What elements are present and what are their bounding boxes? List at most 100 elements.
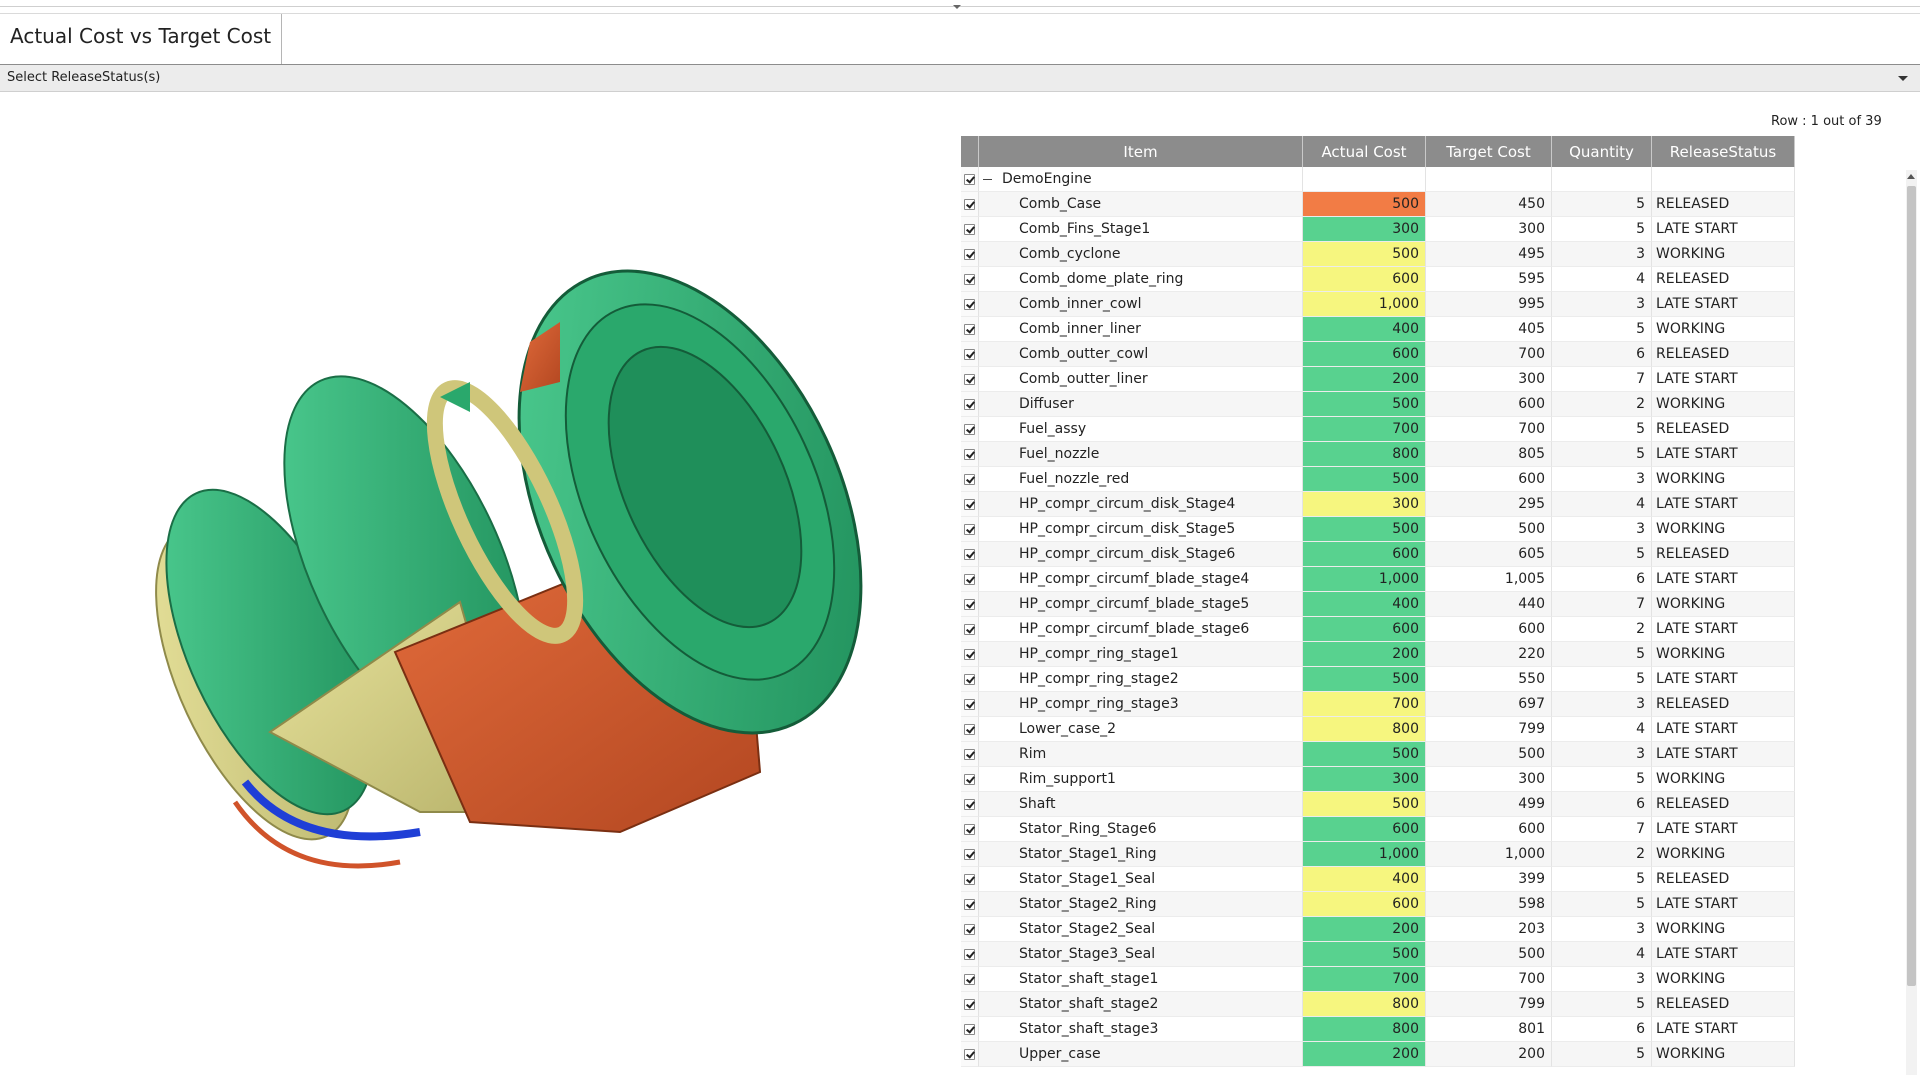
item-cell[interactable]: Comb_inner_liner <box>979 317 1303 342</box>
row-checkbox-cell[interactable] <box>961 1042 979 1067</box>
row-checkbox-cell[interactable] <box>961 217 979 242</box>
item-cell[interactable]: Comb_inner_cowl <box>979 292 1303 317</box>
table-row[interactable]: HP_compr_ring_stage2 500 550 5 LATE START <box>961 667 1795 692</box>
row-checkbox-cell[interactable] <box>961 592 979 617</box>
checkbox[interactable] <box>964 1023 975 1035</box>
item-cell[interactable]: Stator_Ring_Stage6 <box>979 817 1303 842</box>
table-row[interactable]: Upper_case 200 200 5 WORKING <box>961 1042 1795 1067</box>
row-checkbox-cell[interactable] <box>961 317 979 342</box>
item-cell[interactable]: Comb_cyclone <box>979 242 1303 267</box>
checkbox[interactable] <box>964 273 975 285</box>
row-checkbox-cell[interactable] <box>961 392 979 417</box>
release-status-filter[interactable]: Select ReleaseStatus(s) <box>0 65 1920 92</box>
row-checkbox-cell[interactable] <box>961 617 979 642</box>
item-cell[interactable]: Stator_shaft_stage3 <box>979 1017 1303 1042</box>
row-checkbox-cell[interactable] <box>961 967 979 992</box>
row-checkbox-cell[interactable] <box>961 767 979 792</box>
item-cell[interactable]: Stator_Stage2_Ring <box>979 892 1303 917</box>
table-row[interactable]: Stator_Ring_Stage6 600 600 7 LATE START <box>961 817 1795 842</box>
tree-collapse-icon[interactable] <box>983 178 992 180</box>
row-checkbox-cell[interactable] <box>961 242 979 267</box>
table-row[interactable]: Shaft 500 499 6 RELEASED <box>961 792 1795 817</box>
table-row[interactable]: Stator_Stage3_Seal 500 500 4 LATE START <box>961 942 1795 967</box>
table-row[interactable]: Fuel_assy 700 700 5 RELEASED <box>961 417 1795 442</box>
row-checkbox-cell[interactable] <box>961 342 979 367</box>
row-checkbox-cell[interactable] <box>961 842 979 867</box>
item-cell[interactable]: Shaft <box>979 792 1303 817</box>
row-checkbox-cell[interactable] <box>961 817 979 842</box>
table-row[interactable]: Stator_Stage1_Seal 400 399 5 RELEASED <box>961 867 1795 892</box>
row-checkbox-cell[interactable] <box>961 517 979 542</box>
checkbox[interactable] <box>964 598 975 610</box>
checkbox[interactable] <box>964 198 975 210</box>
table-row[interactable]: Comb_inner_liner 400 405 5 WORKING <box>961 317 1795 342</box>
row-checkbox-cell[interactable] <box>961 367 979 392</box>
item-cell[interactable]: Diffuser <box>979 392 1303 417</box>
scrollbar-thumb[interactable] <box>1907 186 1916 986</box>
checkbox[interactable] <box>964 798 975 810</box>
row-checkbox-cell[interactable] <box>961 942 979 967</box>
header-item[interactable]: Item <box>979 136 1303 167</box>
row-checkbox-cell[interactable] <box>961 692 979 717</box>
checkbox[interactable] <box>964 498 975 510</box>
table-row[interactable]: Comb_dome_plate_ring 600 595 4 RELEASED <box>961 267 1795 292</box>
checkbox[interactable] <box>964 398 975 410</box>
row-checkbox-cell[interactable] <box>961 442 979 467</box>
row-checkbox-cell[interactable] <box>961 567 979 592</box>
table-row[interactable]: DemoEngine <box>961 167 1795 192</box>
checkbox[interactable] <box>964 673 975 685</box>
checkbox[interactable] <box>964 1048 975 1060</box>
checkbox[interactable] <box>964 748 975 760</box>
row-checkbox-cell[interactable] <box>961 292 979 317</box>
table-row[interactable]: Lower_case_2 800 799 4 LATE START <box>961 717 1795 742</box>
checkbox[interactable] <box>964 473 975 485</box>
checkbox[interactable] <box>964 698 975 710</box>
row-checkbox-cell[interactable] <box>961 867 979 892</box>
item-cell[interactable]: HP_compr_circum_disk_Stage5 <box>979 517 1303 542</box>
table-row[interactable]: Comb_inner_cowl 1,000 995 3 LATE START <box>961 292 1795 317</box>
item-cell[interactable]: Stator_shaft_stage2 <box>979 992 1303 1017</box>
row-checkbox-cell[interactable] <box>961 992 979 1017</box>
table-row[interactable]: HP_compr_ring_stage3 700 697 3 RELEASED <box>961 692 1795 717</box>
checkbox[interactable] <box>964 323 975 335</box>
page-title-tab[interactable]: Actual Cost vs Target Cost <box>0 14 283 64</box>
checkbox[interactable] <box>964 873 975 885</box>
row-checkbox-cell[interactable] <box>961 167 979 192</box>
item-cell[interactable]: Stator_shaft_stage1 <box>979 967 1303 992</box>
item-cell[interactable]: HP_compr_circum_disk_Stage6 <box>979 542 1303 567</box>
row-checkbox-cell[interactable] <box>961 417 979 442</box>
table-row[interactable]: HP_compr_circum_disk_Stage6 600 605 5 RELEAS… <box>961 542 1795 567</box>
item-cell[interactable]: Comb_dome_plate_ring <box>979 267 1303 292</box>
checkbox[interactable] <box>964 923 975 935</box>
checkbox[interactable] <box>964 973 975 985</box>
checkbox[interactable] <box>964 623 975 635</box>
row-checkbox-cell[interactable] <box>961 192 979 217</box>
table-row[interactable]: Comb_Fins_Stage1 300 300 5 LATE START <box>961 217 1795 242</box>
checkbox[interactable] <box>964 348 975 360</box>
header-release-status[interactable]: ReleaseStatus <box>1652 136 1795 167</box>
checkbox[interactable] <box>964 523 975 535</box>
item-cell[interactable]: Comb_outter_cowl <box>979 342 1303 367</box>
item-cell[interactable]: HP_compr_ring_stage2 <box>979 667 1303 692</box>
table-row[interactable]: Comb_outter_cowl 600 700 6 RELEASED <box>961 342 1795 367</box>
item-cell[interactable]: Comb_Case <box>979 192 1303 217</box>
item-cell[interactable]: Fuel_assy <box>979 417 1303 442</box>
item-cell[interactable]: Lower_case_2 <box>979 717 1303 742</box>
row-checkbox-cell[interactable] <box>961 267 979 292</box>
table-row[interactable]: HP_compr_ring_stage1 200 220 5 WORKING <box>961 642 1795 667</box>
table-row[interactable]: Stator_Stage2_Seal 200 203 3 WORKING <box>961 917 1795 942</box>
item-cell[interactable]: Stator_Stage1_Ring <box>979 842 1303 867</box>
item-cell[interactable]: HP_compr_circumf_blade_stage5 <box>979 592 1303 617</box>
engine-model-icon[interactable] <box>0 92 955 1072</box>
row-checkbox-cell[interactable] <box>961 492 979 517</box>
item-cell[interactable]: Stator_Stage1_Seal <box>979 867 1303 892</box>
table-row[interactable]: HP_compr_circum_disk_Stage5 500 500 3 WORKIN… <box>961 517 1795 542</box>
table-row[interactable]: Rim_support1 300 300 5 WORKING <box>961 767 1795 792</box>
item-cell[interactable]: Upper_case <box>979 1042 1303 1067</box>
table-row[interactable]: Stator_Stage2_Ring 600 598 5 LATE START <box>961 892 1795 917</box>
checkbox[interactable] <box>964 448 975 460</box>
item-cell[interactable]: Fuel_nozzle_red <box>979 467 1303 492</box>
collapse-caret-icon[interactable] <box>953 5 961 9</box>
3d-model-viewer[interactable] <box>0 92 955 1072</box>
checkbox[interactable] <box>964 648 975 660</box>
